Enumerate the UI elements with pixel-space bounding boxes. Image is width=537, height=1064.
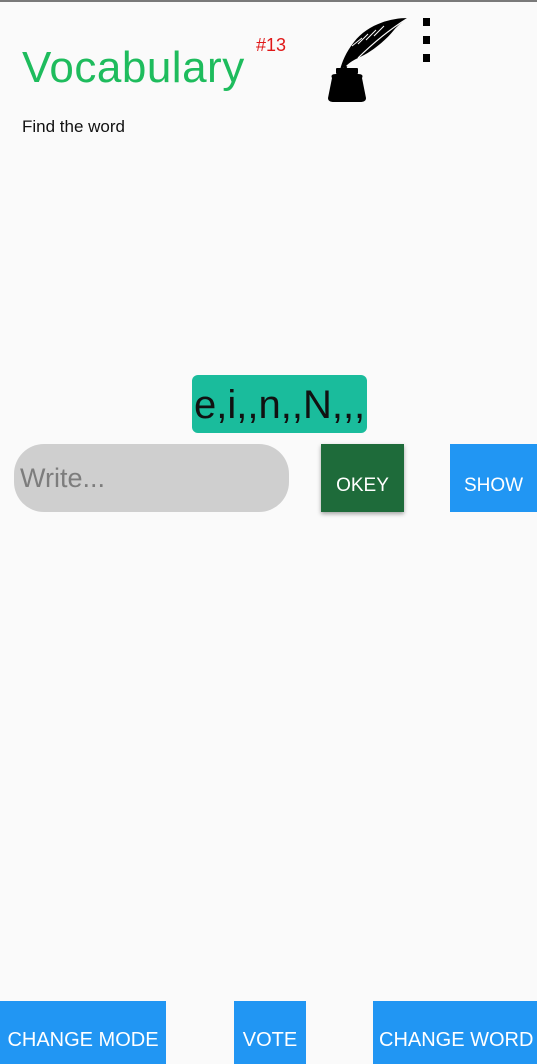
- more-vert-icon[interactable]: [414, 16, 438, 64]
- app-title: Vocabulary: [22, 43, 245, 92]
- okey-button[interactable]: OKEY: [321, 444, 404, 512]
- scrambled-word: e,i,,n,,N,,,: [192, 375, 368, 433]
- change-mode-button[interactable]: CHANGE MODE: [0, 1001, 166, 1064]
- subtitle: Find the word: [22, 117, 125, 136]
- word-counter: #13: [256, 35, 287, 55]
- show-button[interactable]: SHOW: [450, 444, 537, 512]
- vote-button[interactable]: VOTE: [234, 1001, 306, 1064]
- answer-input[interactable]: [14, 444, 289, 512]
- quill-inkwell-icon: [328, 17, 409, 102]
- app-screen: Vocabulary #13 Find the word e,i,,n,,N,,…: [0, 0, 537, 1064]
- change-word-button[interactable]: CHANGE WORD: [373, 1001, 537, 1064]
